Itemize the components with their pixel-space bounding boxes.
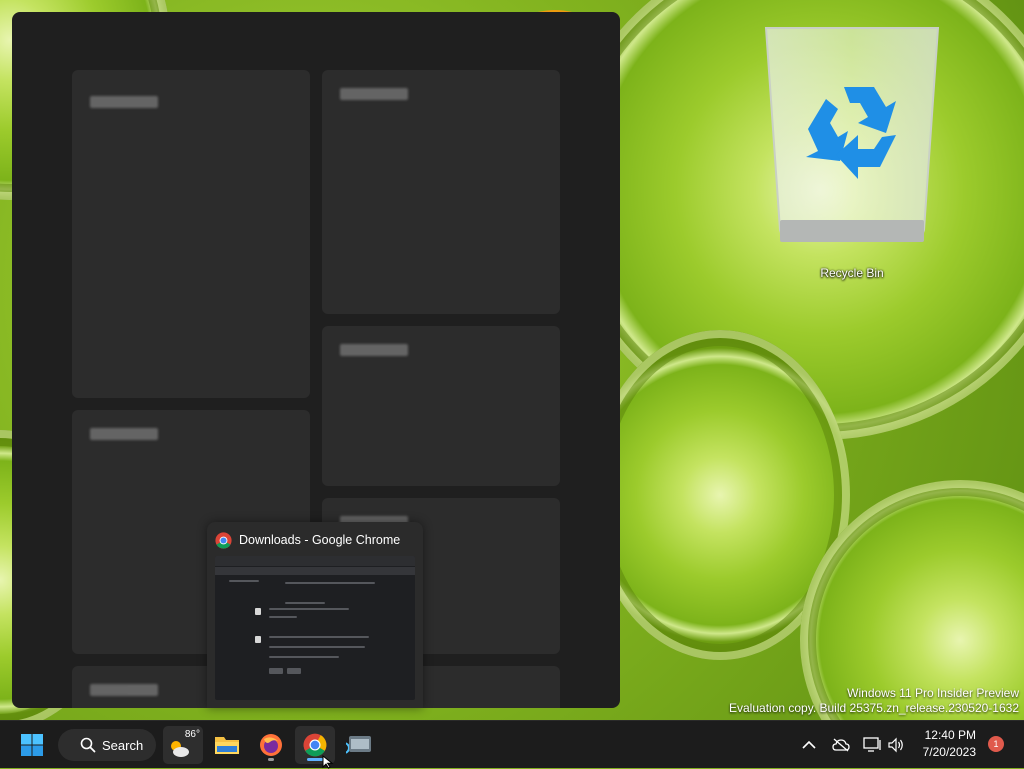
preview-window-title: Downloads - Google Chrome bbox=[239, 533, 401, 547]
thumb-line bbox=[287, 668, 301, 674]
start-button[interactable] bbox=[12, 726, 52, 764]
file-explorer-button[interactable] bbox=[207, 726, 247, 764]
clock-time: 12:40 PM bbox=[924, 728, 976, 742]
network-button[interactable] bbox=[862, 735, 882, 755]
notification-badge[interactable]: 1 bbox=[988, 736, 1004, 752]
clock-date: 7/20/2023 bbox=[922, 745, 976, 759]
thumb-line bbox=[229, 580, 259, 582]
show-hidden-icons-button[interactable] bbox=[799, 735, 819, 755]
terminal-button[interactable] bbox=[339, 726, 379, 764]
recycle-bin-graphic bbox=[764, 27, 940, 242]
terminal-icon bbox=[346, 736, 371, 754]
thumb-line bbox=[269, 656, 339, 658]
network-off-icon bbox=[832, 738, 850, 752]
weather-widget-button[interactable]: 86° bbox=[163, 726, 203, 764]
window-slot[interactable] bbox=[322, 70, 560, 314]
preview-title-row: Downloads - Google Chrome bbox=[215, 531, 400, 549]
monitor-icon bbox=[863, 737, 881, 752]
thumb-file-icon bbox=[255, 636, 261, 643]
slot-title-placeholder bbox=[90, 96, 158, 108]
taskbar-clock[interactable]: 12:40 PM 7/20/2023 bbox=[923, 727, 976, 761]
window-slot[interactable] bbox=[72, 70, 310, 398]
volume-button[interactable] bbox=[886, 735, 906, 755]
chevron-up-icon bbox=[802, 740, 816, 749]
start-icon bbox=[21, 734, 43, 756]
volume-icon bbox=[888, 737, 903, 753]
search-icon bbox=[80, 737, 96, 753]
taskbar-search-box[interactable]: Search bbox=[58, 729, 156, 761]
taskbar: Search 86° 12:40 PM 7/20/2023 bbox=[0, 720, 1024, 768]
thumb-line bbox=[285, 602, 325, 604]
thumb-line bbox=[269, 668, 283, 674]
firefox-button[interactable] bbox=[251, 726, 291, 764]
thumb-line bbox=[269, 636, 369, 638]
onedrive-status-button[interactable] bbox=[831, 735, 851, 755]
recycle-bin-icon[interactable]: Recycle Bin bbox=[752, 18, 952, 288]
chrome-window-preview[interactable]: Downloads - Google Chrome bbox=[207, 522, 423, 708]
file-explorer-icon bbox=[215, 737, 239, 754]
weather-temperature: 86° bbox=[184, 729, 200, 740]
running-indicator bbox=[307, 758, 323, 761]
slot-title-placeholder bbox=[340, 344, 408, 356]
thumb-line bbox=[285, 582, 375, 584]
thumb-tabstrip bbox=[215, 556, 415, 566]
watermark-line-2: Evaluation copy. Build 25375.zn_release.… bbox=[729, 701, 1019, 715]
slot-title-placeholder bbox=[90, 684, 158, 696]
window-slot[interactable] bbox=[322, 326, 560, 486]
thumb-line bbox=[269, 608, 349, 610]
thumb-line bbox=[269, 616, 297, 618]
thumb-line bbox=[269, 646, 365, 648]
build-watermark: Windows 11 Pro Insider Preview Evaluatio… bbox=[729, 686, 1019, 716]
watermark-line-1: Windows 11 Pro Insider Preview bbox=[847, 686, 1019, 700]
slot-title-placeholder bbox=[90, 428, 158, 440]
thumb-file-icon bbox=[255, 608, 261, 615]
mouse-cursor-icon bbox=[322, 755, 334, 769]
preview-thumbnail bbox=[215, 556, 415, 700]
thumb-omnibar bbox=[215, 567, 415, 575]
slot-title-placeholder bbox=[340, 88, 408, 100]
search-label: Search bbox=[102, 737, 144, 753]
chrome-icon bbox=[215, 531, 232, 549]
recycle-bin-label: Recycle Bin bbox=[820, 266, 884, 280]
firefox-icon bbox=[260, 734, 282, 756]
running-indicator bbox=[268, 758, 274, 761]
chrome-icon bbox=[303, 733, 327, 757]
